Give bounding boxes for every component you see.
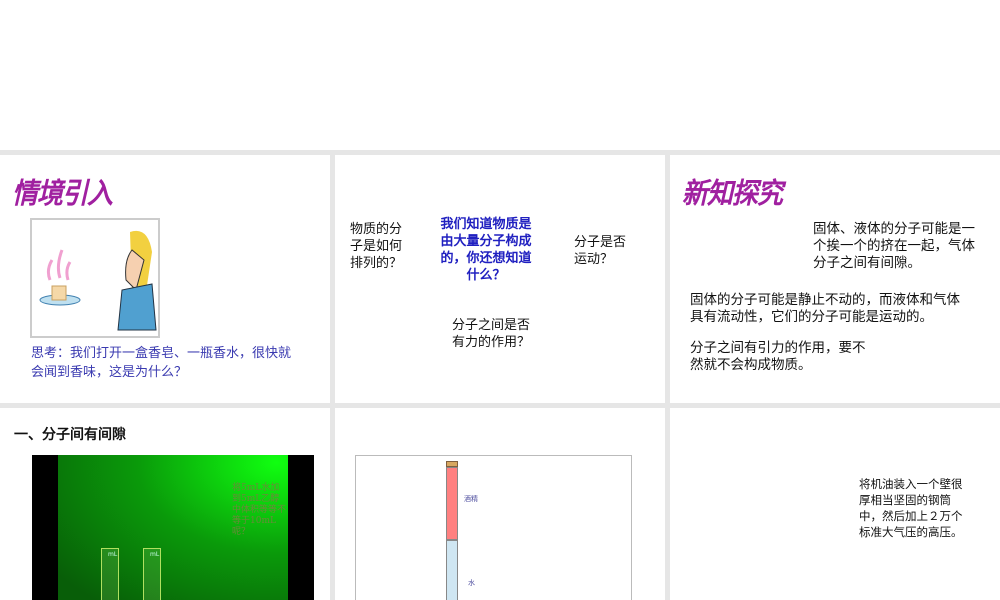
unit-label: mL [108, 551, 118, 558]
slide-thumbnail-4[interactable]: 一、分子间有间隙 将5mL水加到5mL乙醇中体积等等不等于10mL呢？ mL m… [0, 408, 330, 600]
slide-thumbnail-1[interactable]: 情境引入 思考：我们打开一盒香皂、一瓶香水，很快就会闻到香味，这是为什么？ [0, 155, 330, 403]
slide-thumbnail-6[interactable]: 将机油装入一个壁很厚相当坚固的钢筒中，然后加上２万个标准大气压的高压。 [670, 408, 1000, 600]
paragraph-3: 分子之间有引力的作用，要不然就不会构成物质。 [690, 340, 866, 373]
section-heading: 一、分子间有间隙 [14, 427, 126, 443]
alcohol-column [446, 467, 458, 540]
slide-caption: 思考：我们打开一盒香皂、一瓶香水，很快就会闻到香味，这是为什么？ [31, 346, 292, 380]
video-question-text: 将5mL水加到5mL乙醇中体积等等不等于10mL呢？ [232, 483, 287, 537]
tube-diagram-frame: 酒精 水 [355, 455, 632, 600]
slide-title: 情境引入 [12, 177, 113, 211]
alcohol-label: 酒精 [464, 495, 478, 503]
water-label: 水 [468, 579, 475, 587]
question-motion: 分子是否运动？ [574, 235, 627, 267]
paragraph-1: 固体、液体的分子可能是一个挨一个的挤在一起，气体分子之间有间隙。 [813, 221, 975, 271]
blank-header-area [0, 0, 1000, 150]
slide-thumbnail-3[interactable]: 新知探究 固体、液体的分子可能是一个挨一个的挤在一起，气体分子之间有间隙。 固体… [670, 155, 1000, 403]
measuring-cylinder-left: mL [101, 548, 119, 600]
smell-illustration [30, 218, 160, 338]
measuring-cylinder-right: mL [143, 548, 161, 600]
question-arrangement: 物质的分子是如何排列的？ [350, 222, 403, 271]
slide-title: 新知探究 [682, 177, 783, 211]
center-question: 我们知道物质是由大量分子构成的，你还想知道什么？ [440, 217, 532, 283]
experiment-video[interactable]: 将5mL水加到5mL乙醇中体积等等不等于10mL呢？ mL mL [32, 455, 314, 600]
unit-label: mL [150, 551, 160, 558]
perfume-person-image [39, 230, 157, 331]
slide-text: 将机油装入一个壁很厚相当坚固的钢筒中，然后加上２万个标准大气压的高压。 [859, 477, 963, 539]
slide-thumbnail-2[interactable]: 物质的分子是如何排列的？ 我们知道物质是由大量分子构成的，你还想知道什么？ 分子… [335, 155, 665, 403]
water-column [446, 540, 458, 600]
slide-thumbnail-5[interactable]: 酒精 水 [335, 408, 665, 600]
question-force: 分子之间是否有力的作用？ [452, 318, 531, 350]
paragraph-2: 固体的分子可能是静止不动的，而液体和气体具有流动性，它们的分子可能是运动的。 [690, 292, 960, 325]
